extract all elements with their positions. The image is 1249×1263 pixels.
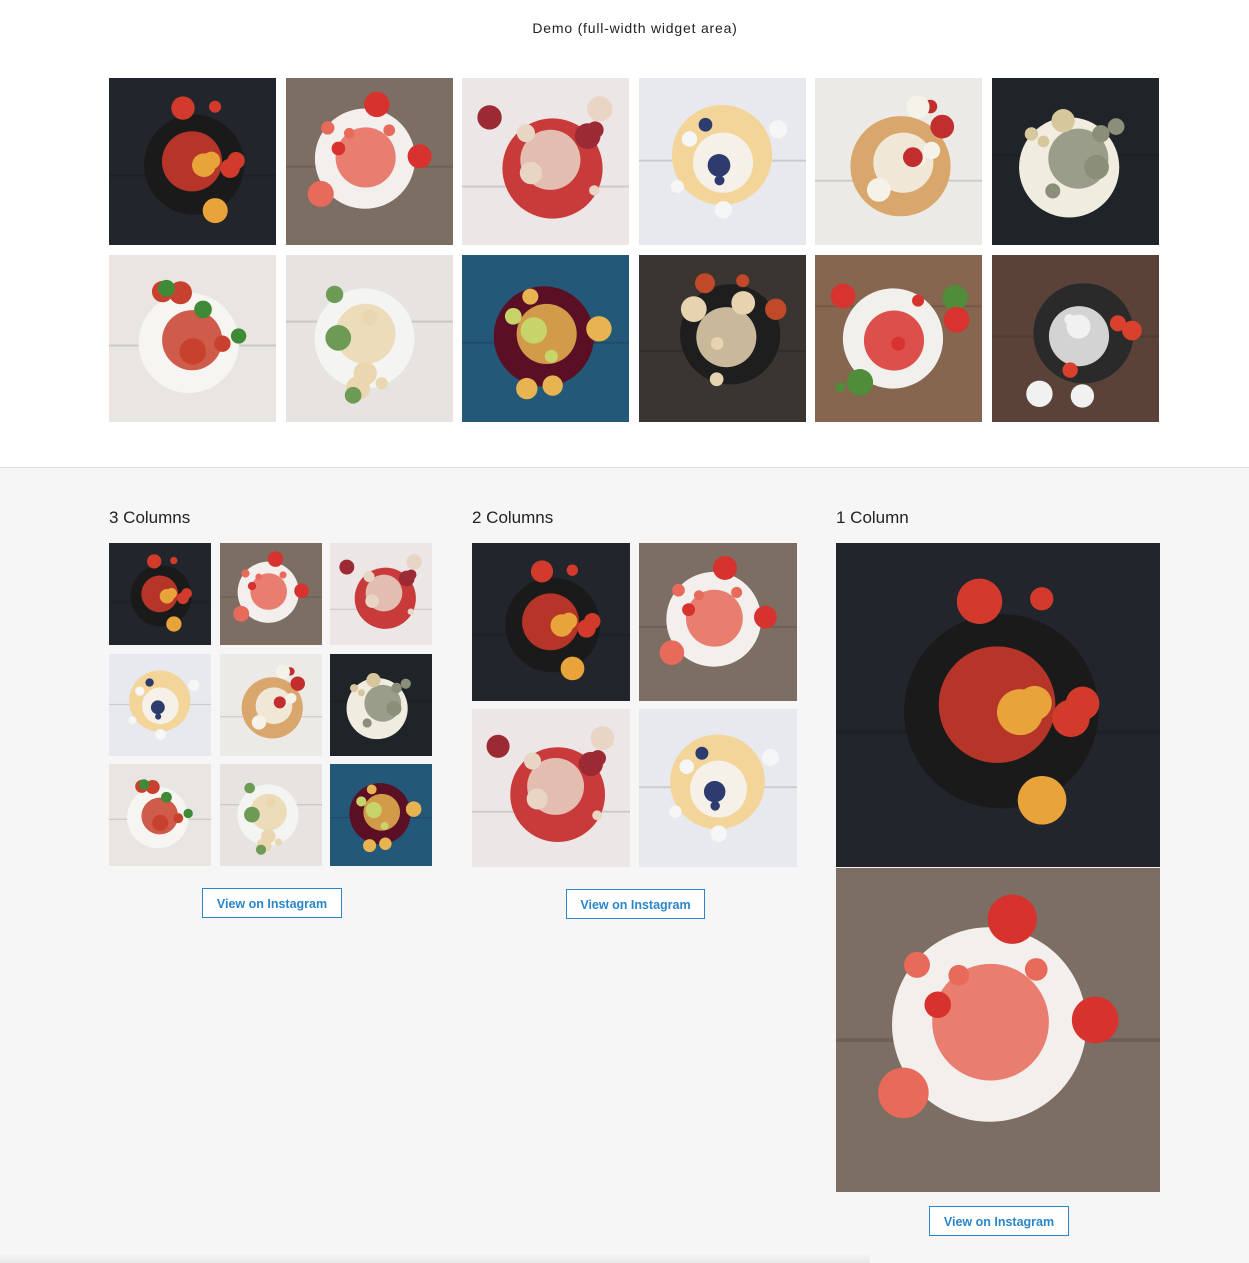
full-photo-pasta-bowl[interactable]	[991, 78, 1159, 245]
three-col-photo-greens-plates[interactable]	[219, 764, 322, 866]
demo-title: Demo (full-width widget area)	[532, 20, 738, 36]
three-col-photo-strawberry-plate[interactable]	[219, 543, 322, 645]
three-col-photo-eggs-pan[interactable]	[109, 543, 211, 645]
two-col-photo-eggs-pan[interactable]	[472, 543, 630, 701]
full-photo-pancakes[interactable]	[815, 78, 982, 245]
bottom-shadow	[0, 1253, 870, 1263]
view-on-instagram-button-2-columns[interactable]: View on Instagram	[566, 889, 705, 919]
three-col-photo-blueberry-parfait[interactable]	[109, 653, 211, 756]
one-col-photo-strawberry-plate[interactable]	[836, 868, 1160, 1192]
one-col-photo-eggs-pan[interactable]	[836, 543, 1160, 867]
full-photo-red-drink[interactable]	[462, 254, 629, 422]
two-col-photo-cherry-pie[interactable]	[472, 709, 630, 867]
full-photo-cherry-pie[interactable]	[462, 78, 629, 245]
two-col-photo-blueberry-parfait[interactable]	[639, 709, 797, 867]
view-on-instagram-button-1-column[interactable]: View on Instagram	[929, 1206, 1069, 1236]
three-col-photo-pasta-bowl[interactable]	[330, 653, 432, 756]
three-col-photo-bacon-salad[interactable]	[109, 764, 211, 866]
two-col-photo-strawberry-plate[interactable]	[639, 543, 797, 701]
three-col-photo-cherry-pie[interactable]	[330, 543, 432, 645]
section-title-1-column: 1 Column	[836, 508, 909, 527]
section-title-2-columns: 2 Columns	[472, 508, 554, 527]
full-photo-arugula-plate[interactable]	[815, 254, 982, 422]
three-col-photo-pancakes[interactable]	[219, 653, 322, 756]
section-title-3-columns: 3 Columns	[109, 508, 191, 527]
full-photo-greens-plates[interactable]	[285, 254, 453, 422]
full-photo-campfire-pan[interactable]	[638, 254, 806, 422]
full-photo-strawberry-plate[interactable]	[285, 78, 453, 245]
full-photo-bacon-salad[interactable]	[109, 254, 276, 422]
three-col-photo-red-drink[interactable]	[330, 764, 432, 866]
view-on-instagram-button-3-columns[interactable]: View on Instagram	[202, 888, 342, 918]
full-photo-blueberry-parfait[interactable]	[638, 78, 806, 245]
full-photo-strawberry-toast[interactable]	[991, 254, 1159, 422]
full-photo-eggs-pan[interactable]	[109, 78, 276, 245]
